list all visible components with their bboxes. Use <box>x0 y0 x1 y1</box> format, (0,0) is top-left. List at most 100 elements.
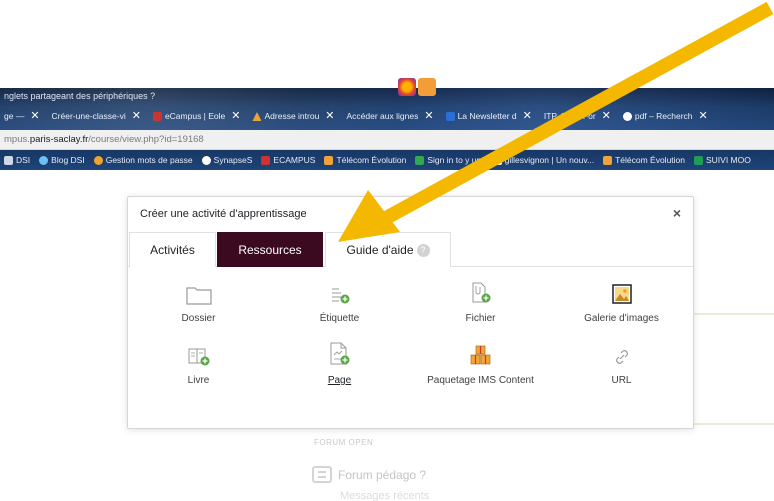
forum-title: Forum pédago ? <box>338 467 427 482</box>
section-heading: FORUM OPEN <box>314 438 374 447</box>
image-gallery-icon <box>611 284 632 304</box>
modal-tabs: Activités Ressources Guide d'aide? <box>128 232 693 267</box>
google-icon <box>622 112 632 121</box>
close-tab-icon[interactable]: ✕ <box>602 108 611 125</box>
browser-tab[interactable]: ge — ✕ <box>0 108 44 125</box>
url-host: paris-saclay.fr <box>29 134 89 145</box>
file-icon <box>472 282 490 303</box>
bookmark-item[interactable]: DSI <box>4 155 30 165</box>
browser-tab[interactable]: ITP 403 – For ✕ <box>540 108 615 125</box>
tab-label: pdf – Recherch <box>634 111 693 121</box>
resource-ims[interactable]: Paquetage IMS Content <box>410 339 551 386</box>
bookmark-item[interactable]: Télécom Évolution <box>324 155 406 165</box>
browser-tab[interactable]: eCampus | Eole ✕ <box>149 108 245 125</box>
close-tab-icon[interactable]: ✕ <box>132 108 141 125</box>
resource-etiquette[interactable]: Étiquette <box>269 277 410 324</box>
resource-label: URL <box>611 375 632 386</box>
activity-chooser-modal: Créer une activité d'apprentissage × Act… <box>127 196 694 429</box>
bookmarks-bar: DSI Blog DSI Gestion mots de passe Synap… <box>0 150 774 170</box>
tab-label: Adresse introu <box>264 111 320 121</box>
bookmark-item[interactable]: Sign in to y unt <box>415 155 484 165</box>
address-bar[interactable]: mpus.paris-saclay.fr/course/view.php?id=… <box>0 130 774 150</box>
forum-icon <box>312 466 332 483</box>
bookmark-label: Gestion mots de passe <box>105 155 193 165</box>
bookmark-label: Blog DSI <box>51 155 85 165</box>
browser-tab[interactable]: pdf – Recherch ✕ <box>619 108 712 125</box>
page-icon <box>330 342 349 365</box>
browser-tabs: ge — ✕ Créer-une-classe-vi ✕ eCampus | Eol… <box>0 108 716 125</box>
bookmark-label: Télécom Évolution <box>336 155 407 165</box>
browser-tab[interactable]: La Newsletter d ✕ <box>442 108 536 125</box>
resource-page[interactable]: Page <box>269 339 410 386</box>
close-tab-icon[interactable]: ✕ <box>30 108 39 125</box>
close-tab-icon[interactable]: ✕ <box>699 108 708 125</box>
bookmark-label: gillesvignon | Un nouv... <box>504 155 595 165</box>
tab-label: Accéder aux lignes <box>346 111 419 121</box>
bookmark-item[interactable]: Télécom Évolution <box>603 155 685 165</box>
excel-icon <box>694 155 703 165</box>
resource-livre[interactable]: Livre <box>128 339 269 386</box>
close-tab-icon[interactable]: ✕ <box>325 108 334 125</box>
bookmark-label: Télécom Évolution <box>615 155 685 165</box>
tab-label: ge — <box>4 111 25 121</box>
link-icon <box>615 350 628 364</box>
tab-favicon-icon <box>152 112 162 121</box>
tab-label: Créer-une-classe-vi <box>51 111 126 121</box>
folder-icon <box>185 287 212 305</box>
bookmark-item[interactable]: ECAMPUS <box>261 155 315 165</box>
url-path: /course/view.php?id=19168 <box>88 134 204 145</box>
bookmark-item[interactable]: gillesvignon | Un nouv... <box>492 155 595 165</box>
resource-dossier[interactable]: Dossier <box>128 277 269 324</box>
bookmark-label: Sign in to y unt <box>427 155 484 165</box>
bookmark-item[interactable]: Blog DSI <box>39 155 85 165</box>
resource-label: Dossier <box>181 313 216 324</box>
window-title: nglets partageant des périphériques ? <box>4 91 156 101</box>
bookmark-icon <box>324 155 334 165</box>
blank-area <box>0 0 774 92</box>
bookmark-icon <box>261 155 271 165</box>
tab-label: La Newsletter d <box>457 111 517 121</box>
bookmark-label: SUIVI MOO <box>706 155 751 165</box>
bookmark-label: ECAMPUS <box>273 155 316 165</box>
modal-title: Créer une activité d'apprentissage <box>140 208 307 220</box>
bookmark-item[interactable]: SUIVI MOO <box>694 155 751 165</box>
tab-label: ITP 403 – For <box>543 111 596 121</box>
bookmark-icon <box>492 155 502 165</box>
browser-tab[interactable]: Accéder aux lignes ✕ <box>343 108 438 125</box>
book-icon <box>188 348 209 366</box>
resource-galerie[interactable]: Galerie d'images <box>551 277 692 324</box>
resource-label: Livre <box>187 375 210 386</box>
resource-label: Page <box>327 375 352 386</box>
resource-url[interactable]: URL <box>551 339 692 386</box>
extension-icons <box>398 78 436 96</box>
ims-package-icon <box>470 345 490 365</box>
browser-tab[interactable]: Adresse introu ✕ <box>248 108 338 125</box>
resource-label: Fichier <box>465 313 496 324</box>
tab-activites[interactable]: Activités <box>129 232 216 267</box>
forum-link[interactable]: Forum pédago ? <box>312 466 426 483</box>
tab-favicon-icon <box>445 112 455 121</box>
close-tab-icon[interactable]: ✕ <box>231 108 240 125</box>
resource-label: Galerie d'images <box>584 313 659 324</box>
url-prefix: mpus. <box>4 134 30 145</box>
bookmark-icon <box>201 155 211 165</box>
firefox-icon[interactable] <box>398 78 416 96</box>
close-tab-icon[interactable]: ✕ <box>424 108 433 125</box>
tab-label: Guide d'aide <box>346 243 414 257</box>
bookmark-label: DSI <box>16 155 31 165</box>
tab-guide-aide[interactable]: Guide d'aide? <box>325 232 451 267</box>
bookmark-item[interactable]: Gestion mots de passe <box>93 155 193 165</box>
forum-subtitle: Messages récents <box>340 490 430 501</box>
close-icon[interactable]: × <box>673 205 681 221</box>
bookmark-item[interactable]: SynapseS <box>201 155 252 165</box>
tab-label: eCampus | Eole <box>164 111 226 121</box>
microphone-icon[interactable] <box>418 78 436 96</box>
close-tab-icon[interactable]: ✕ <box>523 108 532 125</box>
resource-fichier[interactable]: Fichier <box>410 277 551 324</box>
label-icon <box>331 288 349 304</box>
tab-ressources[interactable]: Ressources <box>217 232 323 267</box>
resource-label: Étiquette <box>319 313 360 324</box>
browser-tab[interactable]: Créer-une-classe-vi ✕ <box>48 108 145 125</box>
microsoft-icon <box>415 155 425 165</box>
globe-icon <box>39 155 49 165</box>
